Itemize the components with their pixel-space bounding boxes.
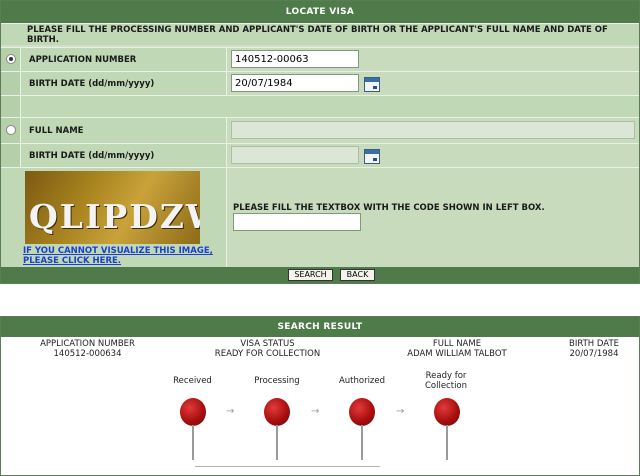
calendar-icon[interactable] <box>364 149 380 164</box>
calendar-icon[interactable] <box>364 77 380 92</box>
result-application-number-label: APPLICATION NUMBER <box>40 339 135 349</box>
result-full-name-value: ADAM WILLIAM TALBOT <box>407 349 507 359</box>
search-button[interactable]: SEARCH <box>288 269 333 281</box>
stage-baseline <box>195 466 380 467</box>
button-bar: SEARCH BACK <box>1 267 639 283</box>
back-button[interactable]: BACK <box>340 269 375 281</box>
stage-authorized-label: Authorized <box>338 376 386 386</box>
arrow-right-icon: → <box>396 406 405 417</box>
instructions-text: PLEASE FILL THE PROCESSING NUMBER AND AP… <box>27 25 608 45</box>
birth-date-2-input[interactable] <box>231 146 359 164</box>
captcha-image: QLIPDZW <box>25 171 200 244</box>
result-birth-date-label: BIRTH DATE <box>568 339 620 349</box>
result-visa-status: VISA STATUS READY FOR COLLECTION <box>205 339 330 359</box>
result-application-number-value: 140512-000634 <box>53 349 122 359</box>
arrow-right-icon: → <box>311 406 320 417</box>
birth-date-2-row: BIRTH DATE (dd/mm/yyyy) <box>1 143 639 167</box>
birth-date-row: BIRTH DATE (dd/mm/yyyy) <box>1 71 639 95</box>
search-result-title: SEARCH RESULT <box>1 317 639 337</box>
locate-visa-panel: LOCATE VISA PLEASE FILL THE PROCESSING N… <box>0 0 640 284</box>
separator-row <box>1 95 639 117</box>
result-visa-status-label: VISA STATUS <box>240 339 295 349</box>
full-name-row: FULL NAME <box>1 117 639 143</box>
locate-visa-title: LOCATE VISA <box>1 1 639 23</box>
application-number-label: APPLICATION NUMBER <box>29 55 137 65</box>
instructions-row: PLEASE FILL THE PROCESSING NUMBER AND AP… <box>1 23 639 45</box>
captcha-code: QLIPDZW <box>29 197 200 236</box>
result-visa-status-value: READY FOR COLLECTION <box>214 349 321 359</box>
result-application-number: APPLICATION NUMBER 140512-000634 <box>30 339 145 359</box>
stage-processing-label: Processing <box>254 376 300 386</box>
result-birth-date: BIRTH DATE 20/07/1984 <box>560 339 628 359</box>
captcha-help-link[interactable]: IF YOU CANNOT VISUALIZE THIS IMAGE, PLEA… <box>23 246 228 266</box>
birth-date-2-label: BIRTH DATE (dd/mm/yyyy) <box>29 151 155 161</box>
result-full-name: FULL NAME ADAM WILLIAM TALBOT <box>392 339 522 359</box>
full-name-input[interactable] <box>231 121 635 139</box>
birth-date-label: BIRTH DATE (dd/mm/yyyy) <box>29 79 155 89</box>
stage-authorized-pin-icon <box>349 398 375 460</box>
result-full-name-label: FULL NAME <box>432 339 482 349</box>
arrow-right-icon: → <box>226 406 235 417</box>
stage-received-pin-icon <box>180 398 206 460</box>
full-name-radio[interactable] <box>6 125 16 135</box>
stage-ready-pin-icon <box>434 398 460 460</box>
stage-received-label: Received <box>173 376 212 386</box>
stage-processing-pin-icon <box>264 398 290 460</box>
result-birth-date-value: 20/07/1984 <box>569 349 619 359</box>
captcha-input[interactable] <box>233 213 361 231</box>
full-name-label: FULL NAME <box>29 126 84 136</box>
captcha-instruction: PLEASE FILL THE TEXTBOX WITH THE CODE SH… <box>233 203 545 213</box>
stage-ready-label: Ready for Collection <box>424 371 468 391</box>
application-number-input[interactable] <box>231 50 359 68</box>
application-number-radio[interactable] <box>6 54 16 64</box>
application-number-row: APPLICATION NUMBER <box>1 47 639 71</box>
birth-date-input[interactable] <box>231 74 359 92</box>
